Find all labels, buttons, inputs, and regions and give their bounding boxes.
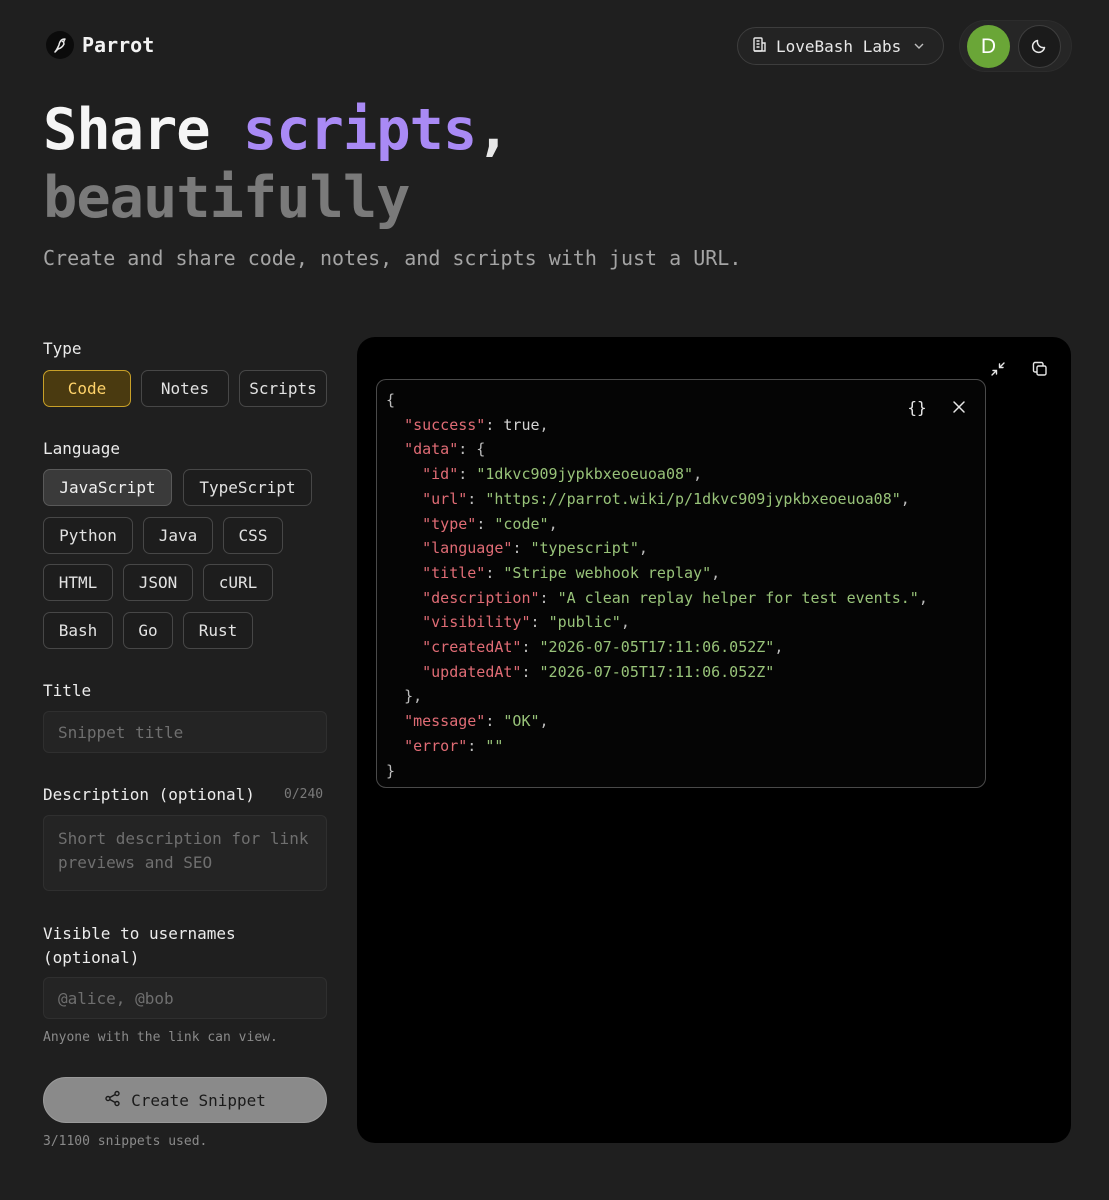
json-createdat-value: "2026-07-05T17:11:06.052Z" bbox=[539, 638, 775, 657]
theme-toggle-button[interactable] bbox=[1018, 25, 1061, 68]
lang-curl-button[interactable]: cURL bbox=[203, 564, 273, 601]
brand-name: Parrot bbox=[82, 33, 155, 57]
type-label: Type bbox=[43, 339, 82, 358]
json-error-value: "" bbox=[485, 736, 504, 755]
lang-html-button[interactable]: HTML bbox=[43, 564, 113, 601]
org-name: LoveBash Labs bbox=[776, 36, 902, 56]
language-label: Language bbox=[43, 439, 121, 458]
close-icon[interactable] bbox=[946, 394, 972, 420]
create-snippet-button[interactable]: Create Snippet bbox=[43, 1077, 327, 1123]
type-notes-button[interactable]: Notes bbox=[141, 370, 229, 407]
lang-python-button[interactable]: Python bbox=[43, 517, 133, 554]
hero-subtitle: Create and share code, notes, and script… bbox=[43, 246, 742, 270]
moon-icon bbox=[1031, 36, 1049, 58]
description-counter: 0/240 bbox=[284, 787, 324, 802]
type-code-button[interactable]: Code bbox=[43, 370, 131, 407]
share-icon bbox=[104, 1090, 121, 1111]
chevron-down-icon bbox=[913, 37, 925, 56]
copy-icon[interactable] bbox=[1026, 355, 1054, 383]
json-id-value: "1dkvc909jypkbxeoeuoa08" bbox=[476, 465, 694, 484]
json-code: { "success": true, "data": { "id": "1dkv… bbox=[386, 391, 928, 780]
json-message-value: "OK" bbox=[503, 712, 540, 731]
hero-title: Share scripts, beautifully bbox=[43, 96, 510, 232]
collapse-icon[interactable] bbox=[984, 355, 1012, 383]
lang-bash-button[interactable]: Bash bbox=[43, 612, 113, 649]
lang-json-button[interactable]: JSON bbox=[123, 564, 193, 601]
json-title-value: "Stripe webhook replay" bbox=[503, 563, 712, 582]
visible-label: Visible to usernames (optional) bbox=[43, 924, 236, 967]
avatar[interactable]: D bbox=[967, 25, 1010, 68]
hero-title-word: Share bbox=[43, 97, 211, 163]
json-language-value: "typescript" bbox=[530, 539, 639, 558]
org-switcher[interactable]: LoveBash Labs bbox=[737, 27, 944, 65]
brand[interactable]: Parrot bbox=[46, 31, 154, 59]
type-scripts-button[interactable]: Scripts bbox=[239, 370, 327, 407]
lang-typescript-button[interactable]: TypeScript bbox=[183, 469, 312, 506]
parrot-logo-icon bbox=[46, 31, 74, 59]
lang-go-button[interactable]: Go bbox=[123, 612, 173, 649]
lang-java-button[interactable]: Java bbox=[143, 517, 213, 554]
code-editor[interactable]: { "success": true, "data": { "id": "1dkv… bbox=[376, 379, 986, 788]
title-label: Title bbox=[43, 681, 92, 700]
description-input[interactable] bbox=[43, 815, 327, 891]
json-success-value: true bbox=[503, 415, 540, 434]
lang-rust-button[interactable]: Rust bbox=[183, 612, 253, 649]
user-controls: D bbox=[960, 21, 1071, 71]
json-description-value: "A clean replay helper for test events." bbox=[557, 588, 919, 607]
hero-title-comma: , bbox=[476, 97, 510, 163]
json-type-value: "code" bbox=[494, 514, 549, 533]
hero-title-line2: beautifully bbox=[43, 165, 411, 231]
lang-css-button[interactable]: CSS bbox=[223, 517, 283, 554]
lang-javascript-button[interactable]: JavaScript bbox=[43, 469, 172, 506]
building-icon bbox=[751, 36, 768, 57]
json-url-value: "https://parrot.wiki/p/1dkvc909jypkbxeoe… bbox=[485, 489, 901, 508]
usernames-input[interactable] bbox=[43, 977, 327, 1019]
visibility-hint: Anyone with the link can view. bbox=[43, 1030, 278, 1045]
description-label: Description (optional) bbox=[43, 785, 255, 804]
create-snippet-label: Create Snippet bbox=[131, 1090, 266, 1110]
usage-text: 3/1100 snippets used. bbox=[43, 1134, 208, 1149]
json-updatedat-value: "2026-07-05T17:11:06.052Z" bbox=[539, 662, 775, 681]
hero-title-highlight: scripts bbox=[242, 97, 477, 163]
title-input[interactable] bbox=[43, 711, 327, 753]
json-visibility-value: "public" bbox=[548, 613, 621, 632]
format-json-button[interactable]: {} bbox=[904, 394, 930, 420]
